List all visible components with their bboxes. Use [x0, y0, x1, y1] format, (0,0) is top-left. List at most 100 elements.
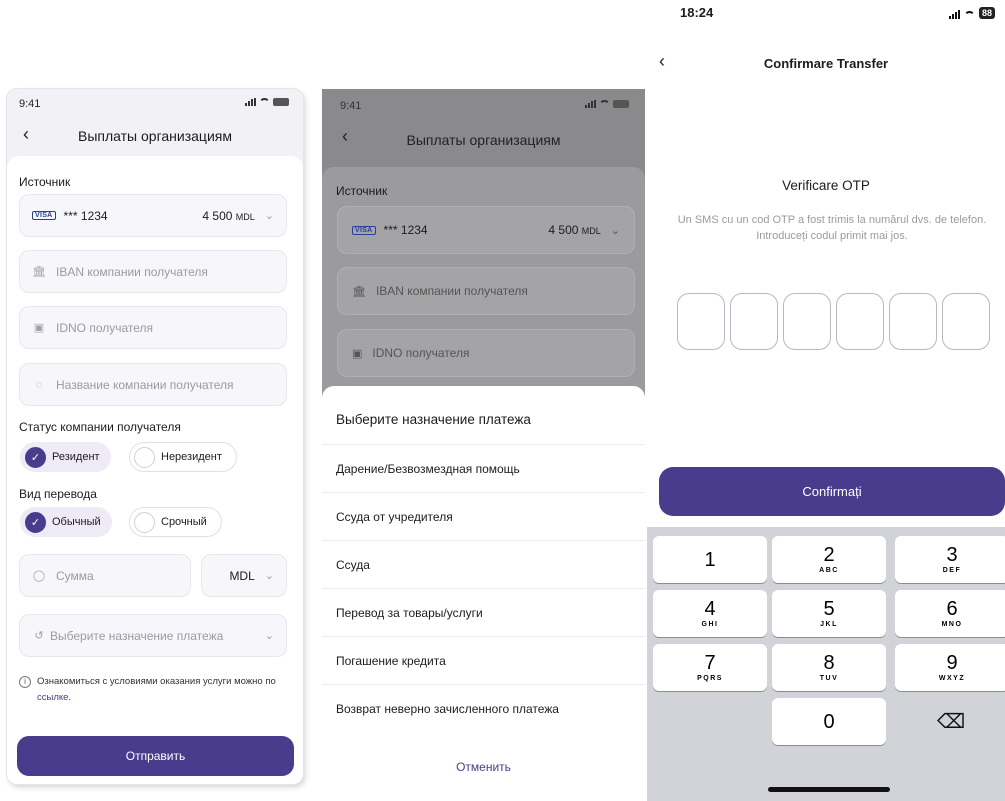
- stage: 9:41 ‹ Выплаты организациям Источник VIS…: [0, 0, 1005, 801]
- status-resident-chip[interactable]: ✓ Резидент: [20, 442, 111, 472]
- purpose-option[interactable]: Ссуда от учредителя: [322, 492, 645, 540]
- amount-placeholder: Сумма: [56, 568, 94, 583]
- chip-label: Обычный: [52, 516, 101, 528]
- check-icon: ✓: [25, 446, 46, 468]
- otp-digit-box[interactable]: [889, 293, 937, 350]
- confirm-button[interactable]: Confirmați: [659, 467, 1005, 516]
- idno-input[interactable]: ▣ IDNO получателя: [19, 306, 287, 349]
- wifi-icon: [963, 11, 975, 19]
- currency-value: MDL: [229, 568, 255, 583]
- otp-digit-box[interactable]: [677, 293, 725, 350]
- purpose-bottom-sheet: Выберите назначение платежа Дарение/Безв…: [322, 386, 645, 801]
- card-balance: 4 500 MDL: [202, 208, 255, 223]
- purpose-option[interactable]: Перевод за товары/услуги: [322, 588, 645, 636]
- status-time: 9:41: [19, 98, 41, 110]
- currency-select[interactable]: MDL ⌄: [201, 554, 287, 597]
- signal-icon: [948, 10, 960, 19]
- source-card-select[interactable]: VISA *** 1234 4 500 MDL ⌄: [19, 194, 287, 237]
- iban-placeholder: IBAN компании получателя: [375, 284, 528, 298]
- status-time: 18:24: [680, 5, 714, 20]
- chip-label: Резидент: [52, 451, 100, 463]
- key-3[interactable]: 3 DEF: [895, 536, 1005, 583]
- system-icons: 88: [948, 7, 995, 19]
- key-9[interactable]: 9 WXYZ: [895, 644, 1005, 691]
- key-4[interactable]: 4 GHI: [653, 590, 767, 637]
- check-icon: ✓: [25, 511, 46, 533]
- info-icon: i: [19, 676, 31, 688]
- radio-empty-icon: [134, 511, 155, 533]
- iban-placeholder: IBAN компании получателя: [56, 264, 208, 279]
- bank-icon: 🏛: [352, 285, 366, 298]
- source-label: Источник: [19, 175, 71, 189]
- company-name-input[interactable]: ◌ Название компании получателя: [19, 363, 287, 406]
- numeric-keypad: 1 2 ABC 3 DEF 4 GHI 5 JKL 6 MNO 7 PQRS 8 TUV 9W…: [647, 527, 1005, 801]
- terms-text: Ознакомиться с условиями оказания услуги…: [37, 676, 276, 703]
- amount-input[interactable]: ◯ Сумма: [19, 554, 191, 597]
- otp-subtitle: Un SMS cu un cod OTP a fost trimis la nu…: [677, 214, 987, 242]
- key-2[interactable]: 2 ABC: [772, 536, 886, 583]
- status-time: 9:41: [340, 100, 362, 112]
- idno-placeholder: IDNO получателя: [56, 320, 154, 335]
- source-card-select: VISA *** 1234 4 500 MDL ⌄: [337, 206, 635, 254]
- key-1[interactable]: 1: [653, 536, 767, 583]
- otp-digit-box[interactable]: [942, 293, 990, 350]
- source-label: Источник: [336, 184, 388, 198]
- bank-icon: 🏛: [32, 266, 46, 278]
- key-8[interactable]: 8 TUV: [772, 644, 886, 691]
- otp-title: Verificare OTP: [782, 178, 870, 193]
- key-7[interactable]: 7 PQRS: [653, 644, 767, 691]
- header: ‹ Выплаты организациям: [7, 117, 303, 153]
- signal-icon: [245, 98, 256, 106]
- chevron-down-icon: ⌄: [610, 224, 620, 237]
- terms-note: i Ознакомиться с условиями оказания услу…: [19, 674, 289, 706]
- visa-icon: VISA: [352, 225, 376, 235]
- otp-digit-box[interactable]: [836, 293, 884, 350]
- submit-button[interactable]: Отправить: [17, 736, 294, 776]
- transfer-type-label: Вид перевода: [19, 487, 97, 501]
- status-bar: 9:41: [7, 89, 303, 115]
- purpose-option[interactable]: Ссуда: [322, 540, 645, 588]
- iban-input: 🏛 IBAN компании получателя: [337, 267, 635, 315]
- system-icons: [245, 98, 289, 106]
- chip-label: Нерезидент: [161, 451, 222, 463]
- page-title: Выплаты организациям: [78, 128, 232, 144]
- battery-icon: [273, 98, 289, 106]
- idno-input: ▣ IDNO получателя: [337, 329, 635, 377]
- home-indicator: [768, 787, 890, 792]
- purpose-select[interactable]: ↺ Выберите назначение платежа ⌄: [19, 614, 287, 657]
- terms-link[interactable]: ссылке: [37, 692, 68, 703]
- otp-confirm-screen: 18:24 88 ‹ Confirmare Transfer Verificar…: [647, 0, 1005, 801]
- backspace-icon[interactable]: ⌫: [936, 710, 966, 733]
- transfer-urgent-chip[interactable]: Срочный: [129, 507, 222, 537]
- otp-digit-box[interactable]: [783, 293, 831, 350]
- key-0[interactable]: 0: [772, 698, 886, 745]
- purpose-icon: ↺: [34, 630, 44, 642]
- purpose-option[interactable]: Погашение кредита: [322, 636, 645, 684]
- form-body: Источник VISA *** 1234 4 500 MDL ⌄ 🏛 IBA…: [7, 156, 303, 784]
- company-name-placeholder: Название компании получателя: [56, 377, 234, 392]
- status-bar: 9:41: [322, 89, 645, 119]
- purpose-option[interactable]: Дарение/Безвозмездная помощь: [322, 444, 645, 492]
- chevron-down-icon: ⌄: [264, 570, 274, 582]
- iban-input[interactable]: 🏛 IBAN компании получателя: [19, 250, 287, 293]
- page-title: Выплаты организациям: [406, 132, 561, 148]
- status-nonresident-chip[interactable]: Нерезидент: [129, 442, 237, 472]
- otp-input: [677, 293, 990, 350]
- purpose-placeholder: Выберите назначение платежа: [50, 628, 224, 643]
- otp-digit-box[interactable]: [730, 293, 778, 350]
- page-title: Confirmare Transfer: [763, 56, 889, 71]
- wifi-icon: [599, 100, 610, 108]
- cancel-button[interactable]: Отменить: [322, 760, 645, 774]
- battery-icon: [613, 100, 629, 108]
- card-number: *** 1234: [63, 208, 108, 223]
- card-number: *** 1234: [383, 223, 428, 237]
- transfer-regular-chip[interactable]: ✓ Обычный: [20, 507, 112, 537]
- idno-placeholder: IDNO получателя: [372, 346, 470, 360]
- system-icons: [585, 100, 629, 108]
- purpose-option[interactable]: Возврат неверно зачисленного платежа: [322, 684, 645, 732]
- key-6[interactable]: 6 MNO: [895, 590, 1005, 637]
- chevron-down-icon: ⌄: [264, 210, 274, 222]
- key-5[interactable]: 5 JKL: [772, 590, 886, 637]
- radio-empty-icon: [134, 446, 155, 468]
- sheet-title: Выберите назначение платежа: [336, 412, 531, 427]
